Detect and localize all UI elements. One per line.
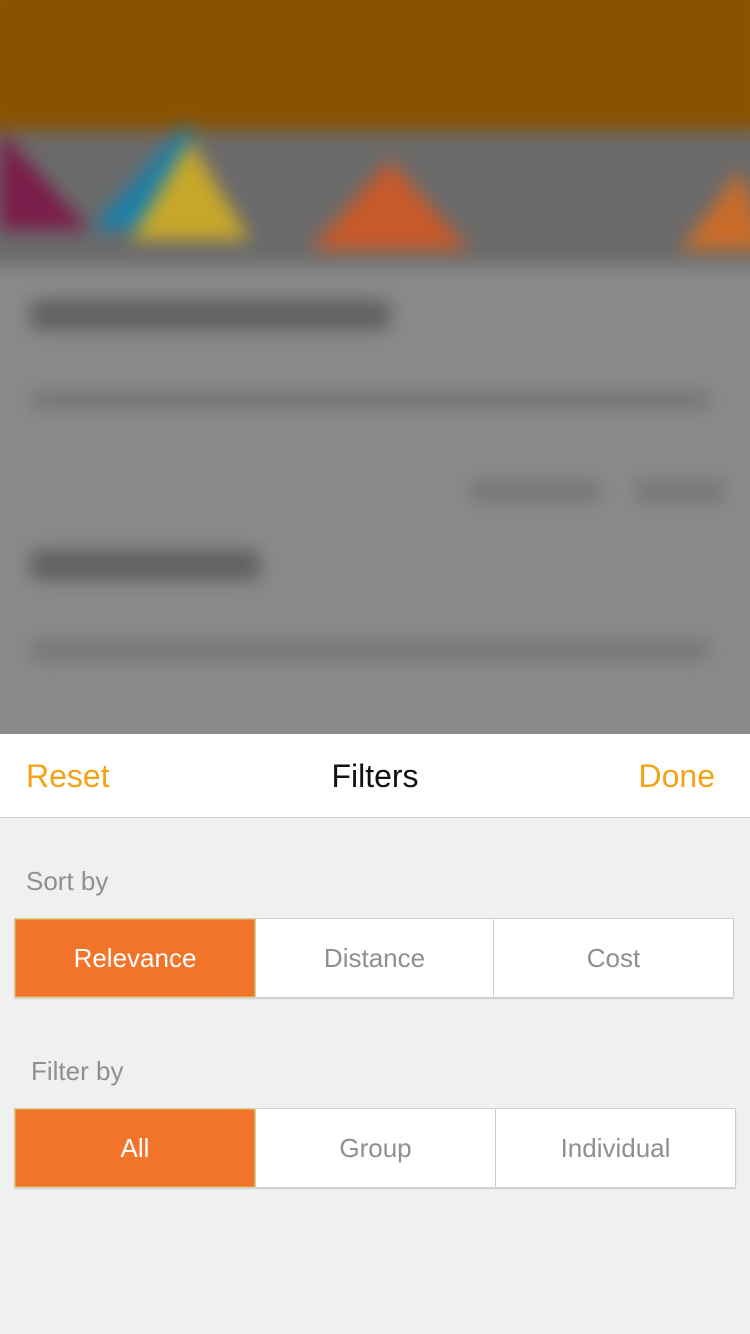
sort-option-relevance[interactable]: Relevance xyxy=(15,919,255,997)
sort-by-label: Sort by xyxy=(26,866,109,896)
background-app-blurred xyxy=(0,0,750,734)
filter-option-group[interactable]: Group xyxy=(255,1109,495,1187)
filters-sheet: Reset Filters Done Sort by Relevance Dis… xyxy=(0,734,750,1334)
background-blur-layer xyxy=(0,0,750,734)
sort-option-cost[interactable]: Cost xyxy=(493,919,733,997)
filters-header: Reset Filters Done xyxy=(0,734,750,818)
filter-by-label: Filter by xyxy=(31,1056,124,1086)
filter-option-all[interactable]: All xyxy=(15,1109,255,1187)
sort-option-distance[interactable]: Distance xyxy=(255,919,493,997)
filter-option-individual[interactable]: Individual xyxy=(495,1109,735,1187)
sort-segmented-control: Relevance Distance Cost xyxy=(14,918,734,998)
filters-title: Filters xyxy=(331,758,419,794)
done-button[interactable]: Done xyxy=(639,734,716,818)
filter-segmented-control: All Group Individual xyxy=(14,1108,736,1188)
background-hero-image xyxy=(0,120,750,265)
